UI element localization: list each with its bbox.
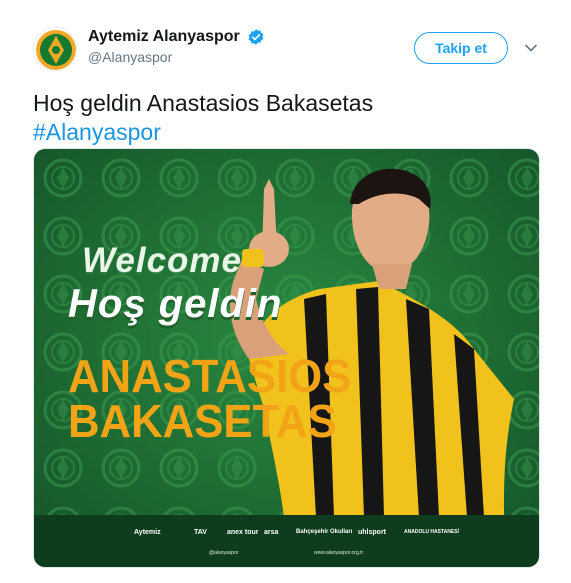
avatar[interactable] (33, 27, 77, 71)
tweet-text: Hoş geldin Anastasios Bakasetas #Alanyas… (33, 89, 543, 147)
follow-button[interactable]: Takip et (414, 32, 508, 64)
tweet-header: Aytemiz Alanyaspor @Alanyaspor Takip et (33, 24, 543, 72)
sponsor-logo: TAV (194, 529, 207, 536)
sponsor-logo: anex tour (227, 529, 259, 536)
alanyaspor-crest-icon (36, 30, 76, 70)
sponsor-logo: Bahçeşehir Okulları (296, 529, 353, 535)
name-block: Aytemiz Alanyaspor @Alanyaspor (88, 28, 265, 65)
footer-website: www.alanyaspor.org.tr (314, 550, 364, 556)
chevron-down-icon[interactable] (524, 41, 538, 55)
sponsor-logo: arsa (264, 529, 279, 536)
verified-badge-icon (248, 29, 264, 45)
display-name[interactable]: Aytemiz Alanyaspor (88, 28, 240, 46)
hashtag-link[interactable]: #Alanyaspor (33, 118, 543, 147)
handle[interactable]: @Alanyaspor (88, 49, 265, 65)
welcome-text: Welcome (82, 241, 243, 280)
tweet-body: Hoş geldin Anastasios Bakasetas (33, 90, 374, 116)
sponsor-logo: Aytemiz (134, 529, 161, 536)
hos-geldin-text: Hoş geldin (68, 282, 283, 326)
sponsor-logo: uhlsport (358, 529, 386, 536)
sponsor-bar: Aytemiz TAV anex tour arsa Bahçeşehir Ok… (34, 515, 539, 567)
sponsor-logo: ANADOLU HASTANESİ (404, 529, 459, 535)
tweet-image[interactable]: Welcome Hoş geldin ANASTASIOS BAKASETAS … (33, 148, 540, 568)
last-name-text: BAKASETAS (68, 395, 337, 447)
footer-handle: @alanyaspor (209, 550, 239, 556)
